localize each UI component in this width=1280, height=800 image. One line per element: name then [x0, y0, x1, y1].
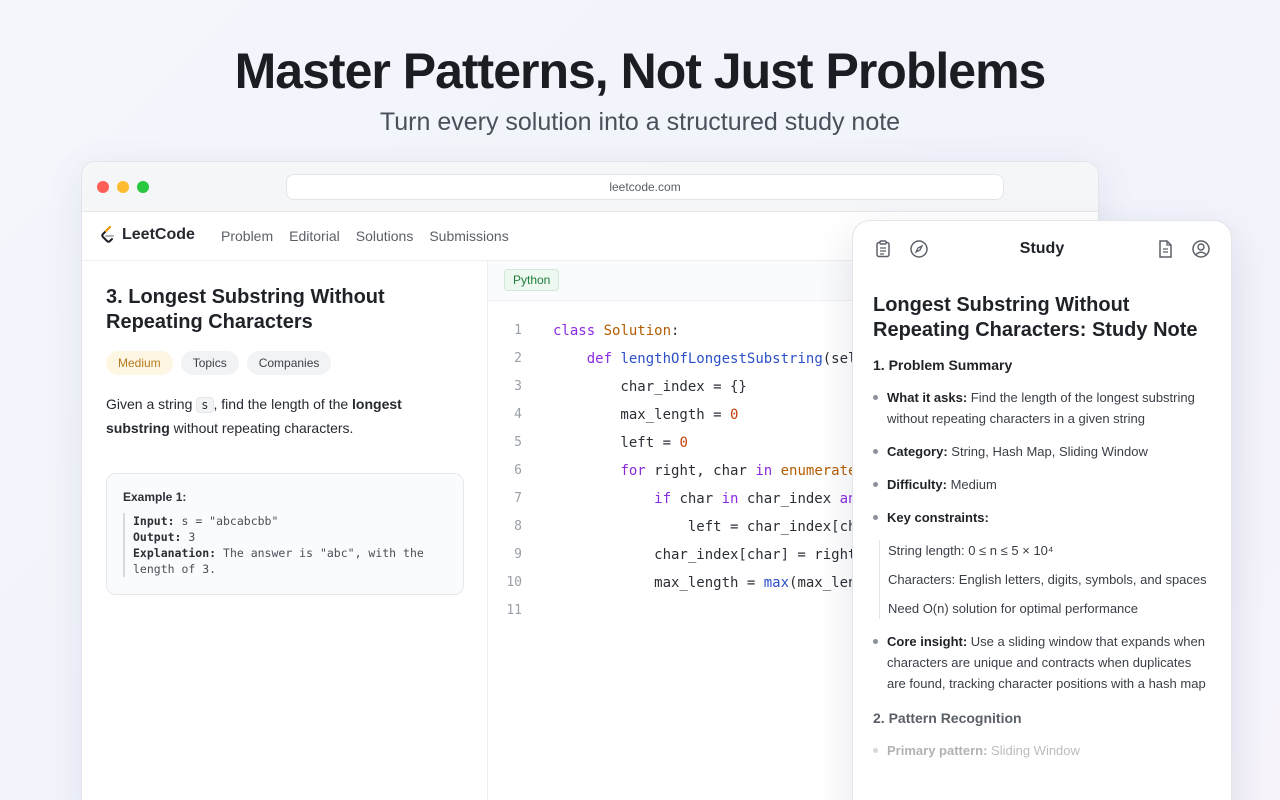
leetcode-logo-icon: [101, 226, 114, 243]
user-avatar-icon[interactable]: [1191, 239, 1211, 259]
nav-submissions[interactable]: Submissions: [429, 228, 508, 244]
close-window-button[interactable]: [97, 181, 109, 193]
bullet-core-insight: Core insight: Use a sliding window that …: [873, 631, 1211, 694]
code-line: 9 char_index[char] = right: [488, 541, 865, 569]
example-value: s = "abcabcbb": [174, 514, 279, 528]
code-line: 7 if char in char_index an: [488, 485, 865, 513]
topics-tag[interactable]: Topics: [180, 351, 239, 375]
bullet-primary-pattern: Primary pattern: Sliding Window: [873, 740, 1211, 761]
line-number: 6: [514, 463, 522, 478]
desc-text: , find the length of the: [213, 396, 353, 412]
line-number: 3: [514, 379, 522, 394]
line-number: 8: [514, 519, 522, 534]
bullet-difficulty: Difficulty: Medium: [873, 474, 1211, 495]
nav-solutions[interactable]: Solutions: [356, 228, 414, 244]
example-label: Output:: [133, 530, 182, 544]
desc-text: Given a string: [106, 396, 197, 412]
example-value: 3: [181, 530, 196, 544]
difficulty-tag[interactable]: Medium: [106, 351, 173, 375]
study-header: Study: [853, 221, 1231, 277]
code-line: 4 max_length = 0: [488, 401, 865, 429]
study-panel: Study Longest Substring Without Repeatin…: [852, 220, 1232, 800]
code-line: 10 max_length = max(max_len: [488, 569, 865, 597]
line-number: 1: [514, 323, 522, 338]
desc-code: s: [196, 397, 214, 413]
bullet-what-it-asks: What it asks: Find the length of the lon…: [873, 387, 1211, 429]
code-line: 11: [488, 597, 865, 625]
hero-subtitle: Turn every solution into a structured st…: [379, 108, 901, 136]
example-label: Input:: [133, 514, 175, 528]
nav-editorial[interactable]: Editorial: [289, 228, 340, 244]
line-number: 10: [506, 575, 522, 590]
study-note: Longest Substring Without Repeating Char…: [853, 277, 1231, 761]
code-line: 1 class Solution:: [488, 317, 865, 345]
desc-text: without repeating characters.: [169, 420, 354, 436]
example-box: Example 1: Input: s = "abcabcbb" Output:…: [106, 473, 464, 595]
language-selector[interactable]: Python: [504, 269, 560, 291]
code-line: 2 def lengthOfLongestSubstring(self: [488, 345, 865, 373]
problem-title: 3. Longest Substring Without Repeating C…: [106, 286, 385, 333]
section-pattern-recognition: 2. Pattern Recognition: [873, 710, 1022, 726]
example-title: Example 1:: [123, 490, 187, 504]
leetcode-logo[interactable]: LeetCode: [100, 226, 195, 244]
constraint-item: Characters: English letters, digits, sym…: [888, 572, 1207, 587]
section-problem-summary: 1. Problem Summary: [873, 357, 1013, 373]
hero-title: Master Patterns, Not Just Problems: [234, 43, 1047, 99]
code-lines: 1 class Solution: 2 def lengthOfLongestSu…: [488, 317, 865, 625]
browser-chrome: leetcode.com: [82, 162, 1098, 212]
address-bar[interactable]: leetcode.com: [286, 174, 1004, 200]
code-line: 6 for right, char in enumerate: [488, 457, 865, 485]
study-note-title: Longest Substring Without Repeating Char…: [873, 294, 1198, 341]
companies-tag[interactable]: Companies: [246, 351, 332, 375]
example-body: Input: s = "abcabcbb" Output: 3 Explanat…: [123, 513, 447, 577]
leetcode-logo-text: LeetCode: [122, 226, 195, 243]
maximize-window-button[interactable]: [137, 181, 149, 193]
example-label: Explanation:: [133, 546, 217, 560]
line-number: 7: [514, 491, 522, 506]
minimize-window-button[interactable]: [117, 181, 129, 193]
line-number: 11: [506, 603, 522, 618]
line-number: 2: [514, 351, 522, 366]
constraint-item: Need O(n) solution for optimal performan…: [888, 601, 1139, 616]
bullet-category: Category: String, Hash Map, Sliding Wind…: [873, 441, 1211, 462]
document-icon[interactable]: [1155, 239, 1175, 259]
bullet-key-constraints: Key constraints: String length: 0 ≤ n ≤ …: [873, 507, 1211, 619]
code-line: 3 char_index = {}: [488, 373, 865, 401]
line-number: 9: [514, 547, 522, 562]
problem-pane: 3. Longest Substring Without Repeating C…: [82, 261, 488, 800]
scroll-fade: [853, 759, 1231, 800]
problem-description: Given a string s, find the length of the…: [106, 393, 446, 440]
code-line: 8 left = char_index[ch: [488, 513, 865, 541]
line-number: 5: [514, 435, 522, 450]
constraint-item: String length: 0 ≤ n ≤ 5 × 10⁴: [888, 543, 1054, 558]
nav-problem[interactable]: Problem: [221, 228, 273, 244]
code-line: 5 left = 0: [488, 429, 865, 457]
line-number: 4: [514, 407, 522, 422]
